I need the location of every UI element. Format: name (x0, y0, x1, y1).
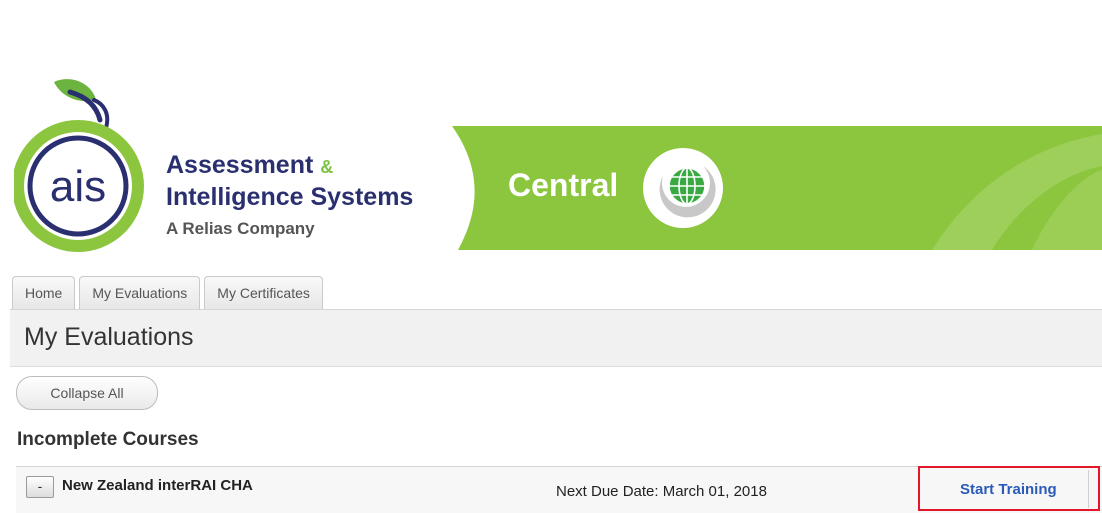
banner-title: Central (508, 167, 619, 203)
ais-apple-logo-icon: ais (14, 79, 144, 252)
start-training-link[interactable]: Start Training (960, 481, 1057, 498)
tab-home[interactable]: Home (12, 276, 76, 309)
collapse-toggle-button[interactable]: - (26, 476, 54, 498)
svg-text:ais: ais (50, 162, 106, 211)
column-divider (1088, 470, 1089, 508)
brand-tagline: A Relias Company (166, 219, 315, 238)
section-heading: Incomplete Courses (17, 429, 199, 450)
tab-my-certificates[interactable]: My Certificates (204, 276, 323, 309)
collapse-all-button[interactable]: Collapse All (16, 376, 158, 410)
page-title: My Evaluations (24, 323, 194, 351)
tab-my-evaluations[interactable]: My Evaluations (79, 276, 201, 309)
globe-icon (643, 148, 723, 228)
main-tabs: Home My Evaluations My Certificates (12, 276, 327, 310)
page: ais Assessment & Intelligence Systems A … (0, 0, 1102, 513)
brand-block: Assessment & Intelligence Systems A Reli… (166, 150, 413, 242)
brand-name-line2: Intelligence Systems (166, 183, 414, 211)
brand-name-line1: Assessment & (166, 151, 334, 179)
due-date: Next Due Date: March 01, 2018 (556, 483, 767, 500)
course-name: New Zealand interRAI CHA (62, 477, 253, 494)
